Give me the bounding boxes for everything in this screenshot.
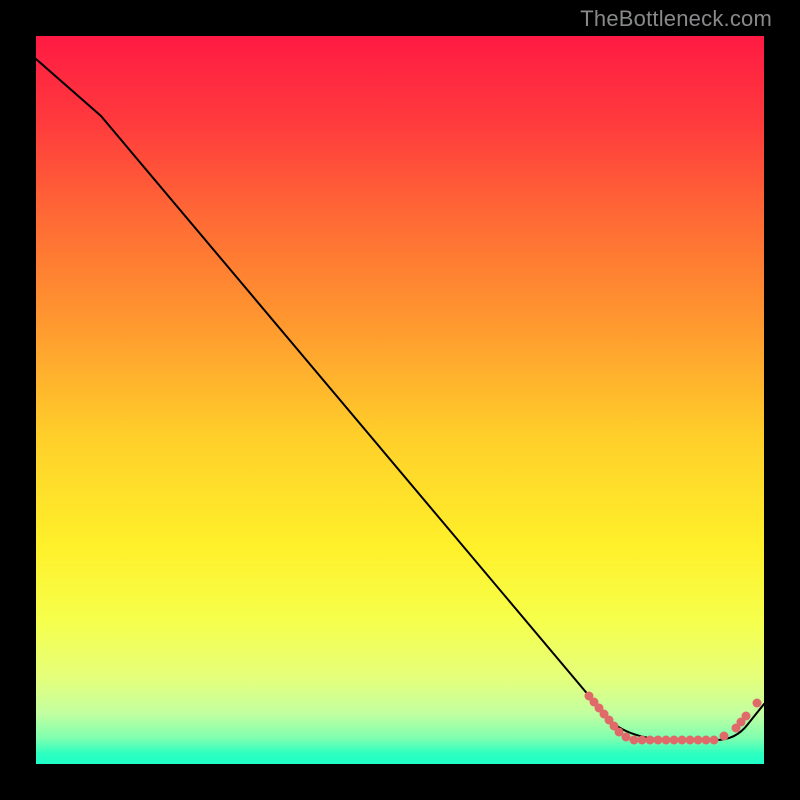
data-marker xyxy=(585,692,594,701)
data-marker xyxy=(710,736,719,745)
data-marker xyxy=(732,724,741,733)
gradient-rect xyxy=(36,36,764,764)
data-marker xyxy=(630,736,639,745)
data-marker xyxy=(600,710,609,719)
plot-svg xyxy=(36,36,764,764)
plot-area xyxy=(36,36,764,764)
data-marker xyxy=(654,736,663,745)
data-marker xyxy=(590,698,599,707)
data-marker xyxy=(605,716,614,725)
data-marker xyxy=(686,736,695,745)
data-marker xyxy=(737,718,746,727)
data-marker xyxy=(720,732,729,741)
data-marker xyxy=(742,712,751,721)
data-marker xyxy=(753,699,762,708)
data-marker xyxy=(678,736,687,745)
data-marker xyxy=(595,704,604,713)
marker-group xyxy=(585,692,762,745)
data-marker xyxy=(622,733,631,742)
data-marker xyxy=(646,736,655,745)
data-marker xyxy=(638,736,647,745)
data-marker xyxy=(610,722,619,731)
data-marker xyxy=(615,728,624,737)
data-marker xyxy=(670,736,679,745)
data-marker xyxy=(694,736,703,745)
data-marker xyxy=(662,736,671,745)
watermark-label: TheBottleneck.com xyxy=(580,6,772,32)
chart-stage: TheBottleneck.com xyxy=(0,0,800,800)
bottleneck-curve xyxy=(36,59,764,740)
data-marker xyxy=(702,736,711,745)
